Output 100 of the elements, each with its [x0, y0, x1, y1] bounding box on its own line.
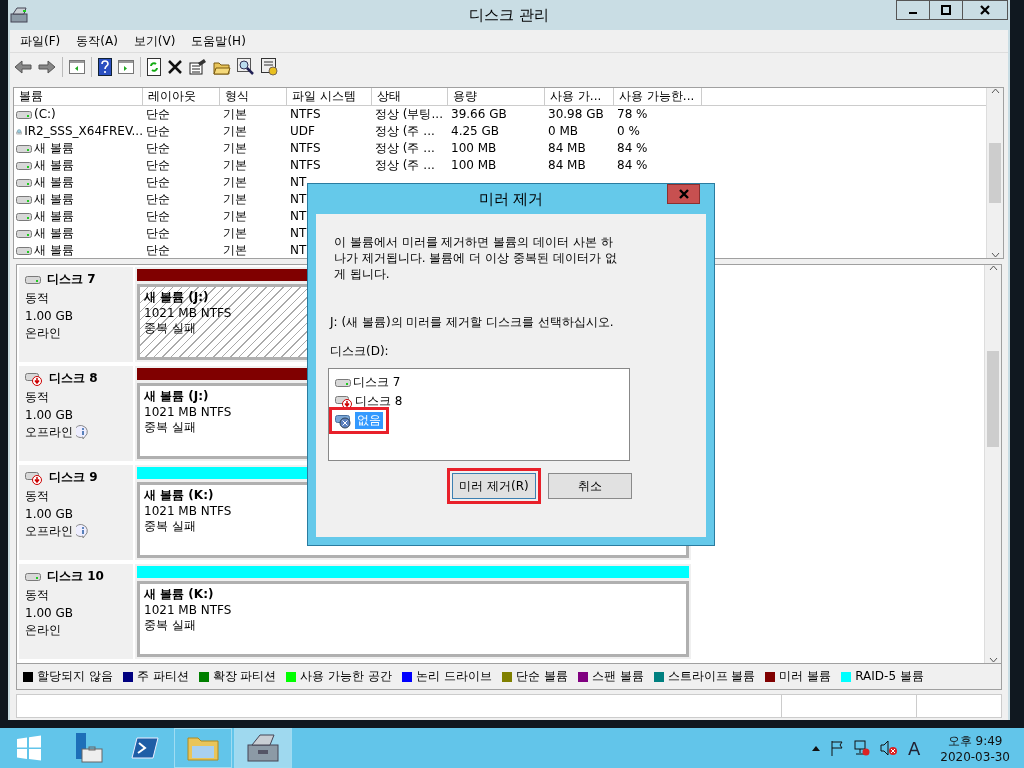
table-cell: 4.25 GB — [451, 123, 500, 140]
disk-name: 디스크 10 — [47, 568, 104, 585]
disk-label-panel[interactable]: 디스크 9 동적 1.00 GB 오프라인 — [19, 465, 133, 560]
disk-size: 1.00 GB — [25, 309, 75, 323]
scroll-down-icon[interactable] — [990, 252, 1000, 258]
table-cell: 기본 — [223, 123, 247, 140]
table-cell: 기본 — [223, 140, 247, 157]
column-header[interactable]: 용량 — [448, 88, 545, 106]
offline-drive-icon — [335, 394, 353, 409]
disk-label-panel[interactable]: 디스크 7 동적 1.00 GB 온라인 — [19, 267, 133, 362]
disk-status: 온라인 — [25, 622, 61, 639]
drive-icon — [16, 245, 32, 256]
volume-size: 1021 MB NTFS — [144, 504, 232, 518]
table-cell: 0 % — [617, 123, 640, 140]
table-cell: 84 % — [617, 140, 648, 157]
table-cell: 30.98 GB — [548, 106, 604, 123]
disk-label-panel[interactable]: 디스크 10 동적 1.00 GB 온라인 — [19, 564, 133, 659]
disk-size: 1.00 GB — [25, 507, 75, 521]
list-item[interactable]: 디스크 8 — [333, 392, 405, 411]
menu-item[interactable]: 보기(V) — [127, 32, 182, 50]
search-icon[interactable] — [237, 58, 255, 76]
drive-icon — [16, 143, 32, 154]
table-cell: 0 MB — [548, 123, 579, 140]
back-arrow-icon[interactable] — [14, 60, 32, 74]
volume-size: 1021 MB NTFS — [144, 306, 232, 320]
offline-drive-icon — [25, 371, 43, 386]
speaker-muted-icon[interactable] — [879, 740, 898, 756]
column-header[interactable]: 볼륨 — [14, 88, 143, 106]
delete-icon[interactable] — [167, 59, 183, 75]
menu-item[interactable]: 파일(F) — [14, 32, 67, 50]
scrollbar[interactable] — [984, 265, 1001, 663]
disk-size: 1.00 GB — [25, 408, 75, 422]
folder-icon[interactable] — [213, 59, 231, 75]
volume-status: 중복 실패 — [144, 419, 196, 436]
drive-icon — [16, 109, 32, 120]
info-icon — [76, 425, 90, 440]
table-cell: 새 볼륨 — [34, 174, 74, 191]
column-header[interactable]: 파일 시스템 — [287, 88, 372, 106]
close-icon[interactable] — [980, 5, 990, 15]
table-cell: 정상 (주 ... — [375, 123, 435, 140]
table-cell: 새 볼륨 — [34, 157, 74, 174]
close-button[interactable] — [962, 0, 1008, 20]
pane-icon[interactable] — [118, 60, 134, 74]
table-cell: NT — [290, 242, 307, 258]
dialog-title: 미러 제거 — [478, 189, 544, 209]
disk-toolbox-icon[interactable] — [246, 733, 280, 763]
table-cell: NTFS — [290, 106, 321, 123]
partition-panel[interactable]: 새 볼륨 (K:) 1021 MB NTFS 중복 실패 — [135, 564, 691, 659]
maximize-button[interactable] — [929, 0, 963, 20]
input-indicator[interactable]: A — [907, 737, 921, 759]
disk-management-icon — [10, 7, 28, 23]
table-cell: 기본 — [223, 208, 247, 225]
legend-label: 확장 파티션 — [212, 668, 277, 685]
scrollbar[interactable] — [986, 88, 1003, 258]
maximize-icon[interactable] — [941, 5, 951, 15]
drive-icon — [335, 377, 351, 388]
network-icon[interactable] — [853, 740, 870, 756]
disk-label-panel[interactable]: 디스크 8 동적 1.00 GB 오프라인 — [19, 366, 133, 461]
table-cell: NTFS — [290, 140, 321, 157]
tray-expand-icon[interactable] — [811, 745, 820, 751]
pane-icon[interactable] — [69, 60, 85, 74]
column-header[interactable]: 레이아웃 — [143, 88, 220, 106]
column-header[interactable]: 형식 — [220, 88, 287, 106]
drive-icon — [25, 571, 41, 582]
legend-label: 주 파티션 — [136, 668, 189, 685]
forward-arrow-icon[interactable] — [38, 60, 56, 74]
table-cell: 정상 (주 ... — [375, 157, 435, 174]
table-cell: 84 MB — [548, 140, 586, 157]
scroll-thumb[interactable] — [989, 143, 1001, 203]
terminal-icon[interactable] — [131, 736, 159, 760]
scroll-up-icon[interactable] — [988, 265, 998, 271]
flag-icon[interactable] — [829, 740, 844, 756]
clock[interactable]: 오후 9:49 2020-03-30 — [940, 732, 1010, 764]
menu-item[interactable]: 도움말(H) — [185, 32, 252, 50]
legend-label: 할당되지 않음 — [37, 668, 113, 685]
refresh-icon[interactable] — [147, 58, 161, 76]
volume-status: 중복 실패 — [144, 617, 196, 634]
table-cell: IR2_SSS_X64FREV... — [24, 123, 143, 140]
cancel-button[interactable]: 취소 — [548, 473, 632, 499]
disk-list[interactable]: 디스크 7 디스크 8 없음 — [328, 368, 630, 461]
scroll-down-icon[interactable] — [988, 657, 998, 663]
dialog-prompt: J: (새 볼륨)의 미러를 제거할 디스크를 선택하십시오. — [330, 314, 615, 331]
legend-label: 단순 볼륨 — [515, 668, 568, 685]
table-cell: (C:) — [34, 106, 56, 123]
list-item[interactable]: 디스크 7 — [333, 373, 403, 392]
help-icon[interactable] — [98, 58, 112, 76]
column-header[interactable]: 상태 — [372, 88, 448, 106]
start-icon[interactable] — [16, 735, 42, 761]
disk-status: 오프라인 — [25, 523, 73, 540]
volume-label: 새 볼륨 (K:) — [144, 586, 214, 603]
properties-icon[interactable] — [189, 59, 207, 75]
drive-icon — [16, 194, 32, 205]
column-header[interactable]: 사용 가... — [545, 88, 614, 106]
minimize-button[interactable] — [896, 0, 930, 20]
scroll-up-icon[interactable] — [990, 88, 1000, 94]
column-header[interactable]: 사용 가능한... — [614, 88, 702, 106]
menu-item[interactable]: 동작(A) — [70, 32, 124, 50]
disk-size: 1.00 GB — [25, 606, 75, 620]
scroll-thumb[interactable] — [987, 351, 999, 447]
dialog-message: 이 볼륨에서 미러를 제거하면 볼륨의 데이터 사본 하나가 제거됩니다. 볼륨에 더 이상 중복된 데이터가 없게 됩니다. — [334, 234, 618, 282]
